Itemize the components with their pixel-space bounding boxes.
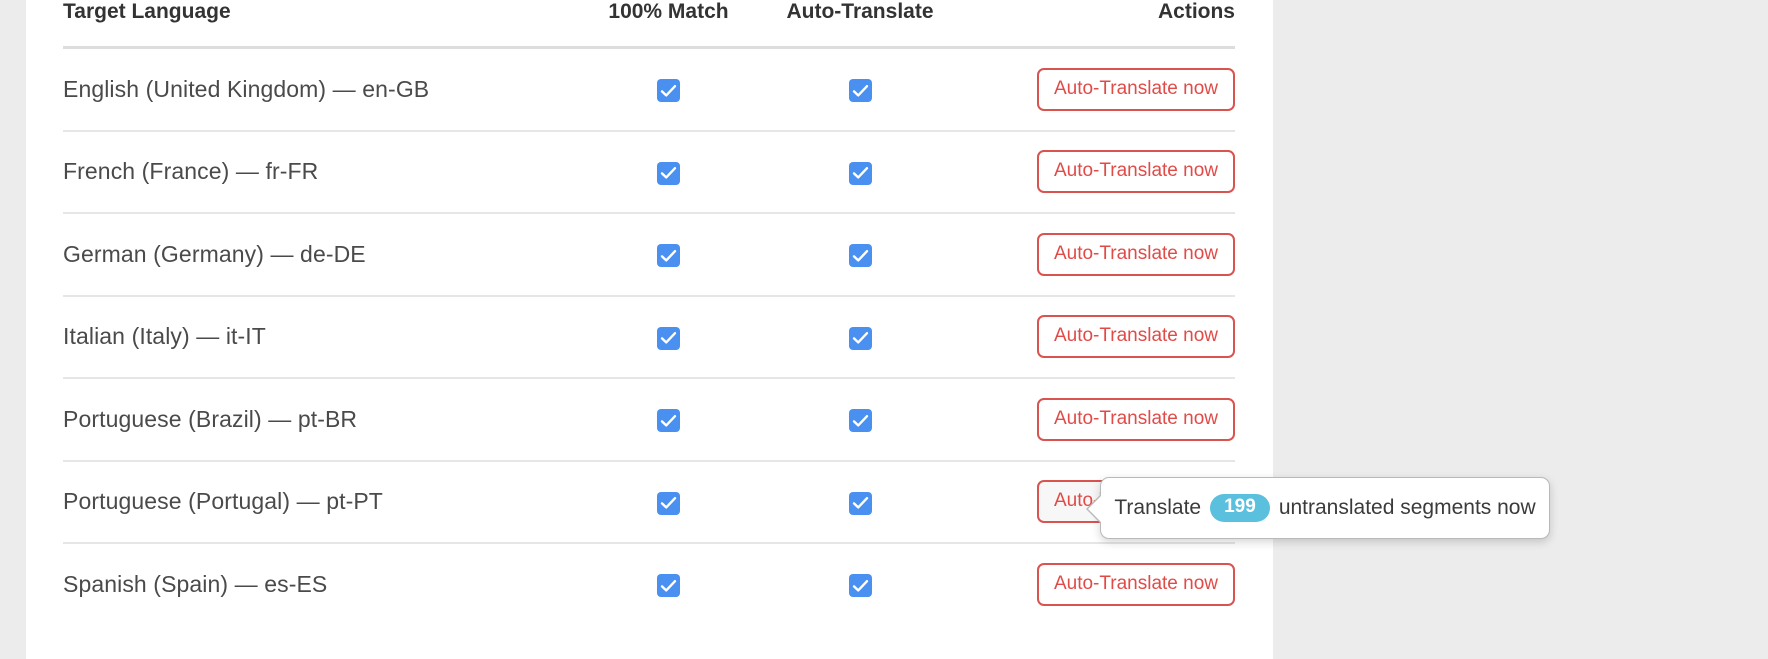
tooltip-count-badge: 199 — [1210, 494, 1270, 522]
cell-match — [587, 295, 750, 379]
tooltip-text-after: untranslated segments now — [1278, 495, 1536, 519]
auto-translate-now-button[interactable]: Auto-Translate now — [1036, 150, 1235, 194]
cell-match — [587, 543, 750, 625]
auto-translate-now-button[interactable]: Auto-Translate now — [1036, 397, 1235, 441]
translate-tooltip: Translate 199 untranslated segments now — [1086, 477, 1550, 539]
table-body: English (United Kingdom) — en-GB Auto-Tra… — [63, 47, 1235, 625]
checkbox-match[interactable] — [657, 79, 680, 103]
checkbox-match[interactable] — [657, 161, 680, 185]
checkbox-match[interactable] — [657, 409, 680, 433]
cell-actions: Auto-Translate now — [970, 47, 1235, 132]
cell-target-language: Portuguese (Brazil) — pt-BR — [63, 378, 587, 462]
table-row: Portuguese (Brazil) — pt-BR Auto-Translat… — [63, 378, 1235, 462]
auto-translate-now-button[interactable]: Auto-Translate now — [1036, 315, 1235, 359]
cell-actions: Auto-Translate now — [970, 543, 1235, 625]
cell-actions: Auto-Translate now — [970, 295, 1235, 379]
cell-target-language: German (Germany) — de-DE — [63, 213, 587, 297]
checkbox-match[interactable] — [657, 326, 680, 350]
checkbox-match[interactable] — [657, 574, 680, 598]
cell-match — [587, 47, 750, 132]
cell-target-language: French (France) — fr-FR — [63, 130, 587, 214]
cell-target-language: Portuguese (Portugal) — pt-PT — [63, 460, 587, 544]
checkbox-auto-translate[interactable] — [848, 244, 872, 268]
table-header: Target Language 100% Match Auto-Translat… — [63, 0, 1235, 49]
target-language-table: Target Language 100% Match Auto-Translat… — [63, 0, 1235, 625]
checkbox-match[interactable] — [657, 244, 680, 268]
auto-translate-now-button[interactable]: Auto-Translate now — [1036, 562, 1235, 606]
cell-actions: Auto-Translate now — [970, 130, 1235, 214]
cell-match — [587, 460, 750, 544]
checkbox-auto-translate[interactable] — [848, 79, 872, 103]
column-header-auto-translate: Auto-Translate — [750, 0, 970, 49]
cell-match — [587, 130, 750, 214]
table-row: German (Germany) — de-DE Auto-Translate n… — [63, 213, 1235, 297]
column-header-actions: Actions — [970, 0, 1235, 49]
auto-translate-now-button[interactable]: Auto-Translate now — [1036, 232, 1235, 276]
tooltip-text: Translate 199 untranslated segments now — [1114, 494, 1536, 522]
column-header-match: 100% Match — [587, 0, 750, 49]
table-row: English (United Kingdom) — en-GB Auto-Tra… — [63, 47, 1235, 132]
auto-translate-now-button[interactable]: Auto-Translate now — [1036, 67, 1235, 111]
table-row: Portuguese (Portugal) — pt-PTAuto-Transl… — [63, 460, 1235, 544]
content-panel: Target Language 100% Match Auto-Translat… — [26, 0, 1273, 659]
cell-actions: Auto-Translate now — [970, 378, 1235, 462]
checkbox-auto-translate[interactable] — [848, 574, 872, 598]
tooltip-arrow — [1088, 494, 1103, 524]
cell-auto-translate — [750, 378, 970, 462]
cell-auto-translate — [750, 213, 970, 297]
cell-auto-translate — [750, 47, 970, 132]
column-header-target-language: Target Language — [63, 0, 587, 49]
table-header-row: Target Language 100% Match Auto-Translat… — [63, 0, 1235, 49]
table-row: Italian (Italy) — it-IT Auto-Translate no… — [63, 295, 1235, 379]
cell-auto-translate — [750, 543, 970, 625]
checkbox-match[interactable] — [657, 491, 680, 515]
tooltip-text-before: Translate — [1114, 495, 1202, 519]
table-row: Spanish (Spain) — es-ES Auto-Translate no… — [63, 543, 1235, 625]
cell-match — [587, 378, 750, 462]
cell-match — [587, 213, 750, 297]
cell-auto-translate — [750, 460, 970, 544]
cell-actions: Auto-Translate now — [970, 213, 1235, 297]
checkbox-auto-translate[interactable] — [848, 491, 872, 515]
table-row: French (France) — fr-FR Auto-Translate no… — [63, 130, 1235, 214]
cell-auto-translate — [750, 295, 970, 379]
checkbox-auto-translate[interactable] — [848, 161, 872, 185]
cell-target-language: Spanish (Spain) — es-ES — [63, 570, 328, 597]
cell-target-language: Italian (Italy) — it-IT — [63, 295, 587, 379]
cell-target-language: English (United Kingdom) — en-GB — [63, 47, 587, 132]
cell-auto-translate — [750, 130, 970, 214]
checkbox-auto-translate[interactable] — [848, 409, 872, 433]
checkbox-auto-translate[interactable] — [848, 326, 872, 350]
